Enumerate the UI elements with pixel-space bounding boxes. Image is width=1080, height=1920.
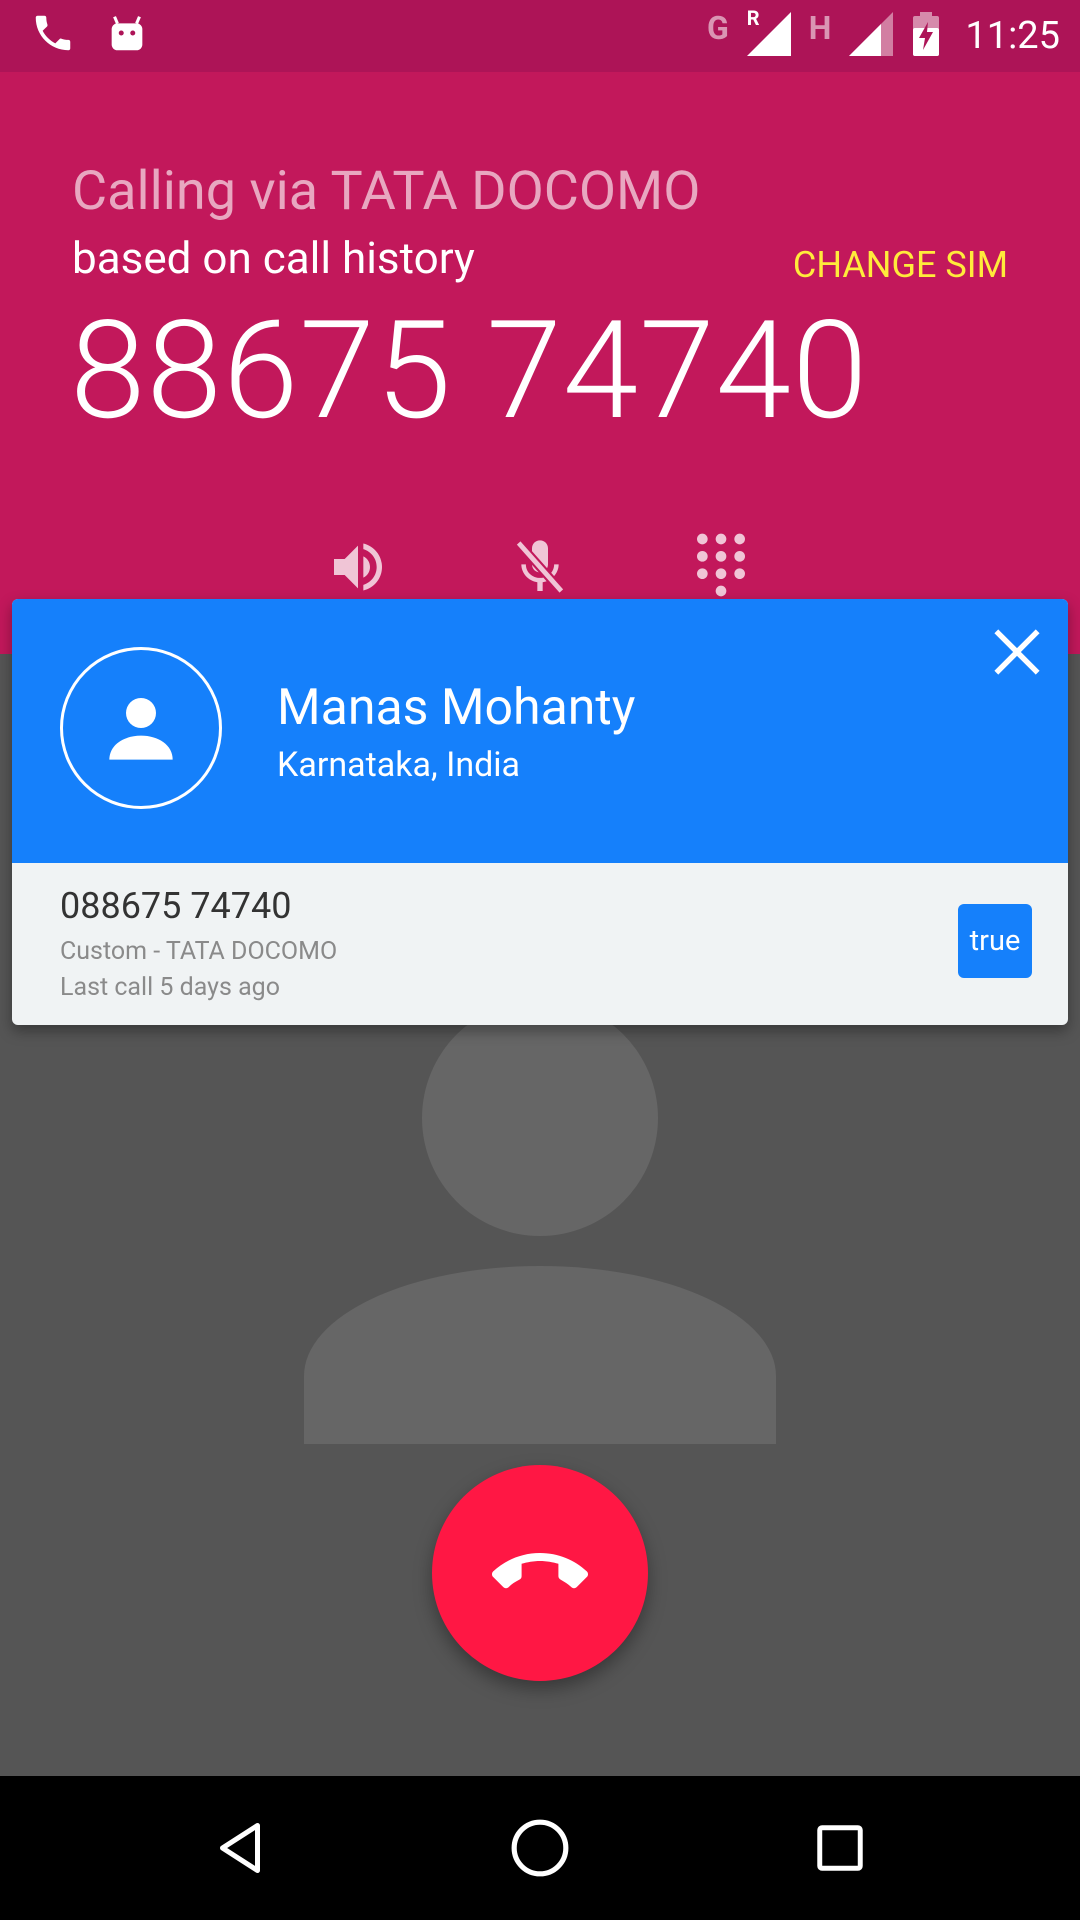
- status-bar: G R H 11:25: [0, 0, 1080, 72]
- contact-photo-placeholder-body: [304, 1266, 776, 1444]
- recents-icon[interactable]: [804, 1812, 876, 1884]
- change-sim-button[interactable]: CHANGE SIM: [793, 244, 1008, 286]
- person-icon: [109, 698, 173, 760]
- navigation-bar: [0, 1776, 1080, 1920]
- back-icon[interactable]: [204, 1812, 276, 1884]
- network-g-icon: G: [706, 9, 729, 47]
- caller-name: Manas Mohanty: [277, 679, 636, 737]
- caller-id-card: Manas Mohanty Karnataka, India 088675 74…: [12, 599, 1068, 1025]
- signal-icon: [847, 10, 895, 62]
- truecaller-button[interactable]: true: [958, 904, 1032, 978]
- caller-number-label: Custom - TATA DOCOMO: [60, 937, 338, 966]
- status-time: 11:25: [965, 14, 1060, 58]
- android-icon: [104, 10, 150, 60]
- battery-charging-icon: [911, 10, 941, 62]
- network-h-icon: H: [808, 9, 832, 47]
- caller-number: 088675 74740: [60, 885, 292, 927]
- home-icon[interactable]: [504, 1812, 576, 1884]
- status-bar-right: G R H 11:25: [707, 0, 1060, 72]
- status-bar-left: [30, 10, 150, 60]
- contact-photo-placeholder-head: [422, 1000, 658, 1236]
- call-header: Calling via TATA DOCOMO based on call hi…: [0, 72, 1080, 654]
- roaming-signal-icon: R: [745, 6, 793, 62]
- phone-call-icon: [30, 10, 76, 60]
- dialed-number: 88675 74740: [70, 292, 869, 451]
- sim-reason-label: based on call history: [72, 232, 475, 284]
- end-call-icon: [492, 1553, 588, 1589]
- caller-card-header: Manas Mohanty Karnataka, India: [12, 599, 1068, 863]
- last-call-info: Last call 5 days ago: [60, 973, 280, 1002]
- avatar: [60, 647, 222, 809]
- close-icon[interactable]: [992, 627, 1042, 677]
- end-call-button[interactable]: [432, 1465, 648, 1681]
- caller-location: Karnataka, India: [277, 745, 521, 785]
- calling-via-label: Calling via TATA DOCOMO: [72, 160, 701, 223]
- roaming-indicator: R: [746, 6, 760, 30]
